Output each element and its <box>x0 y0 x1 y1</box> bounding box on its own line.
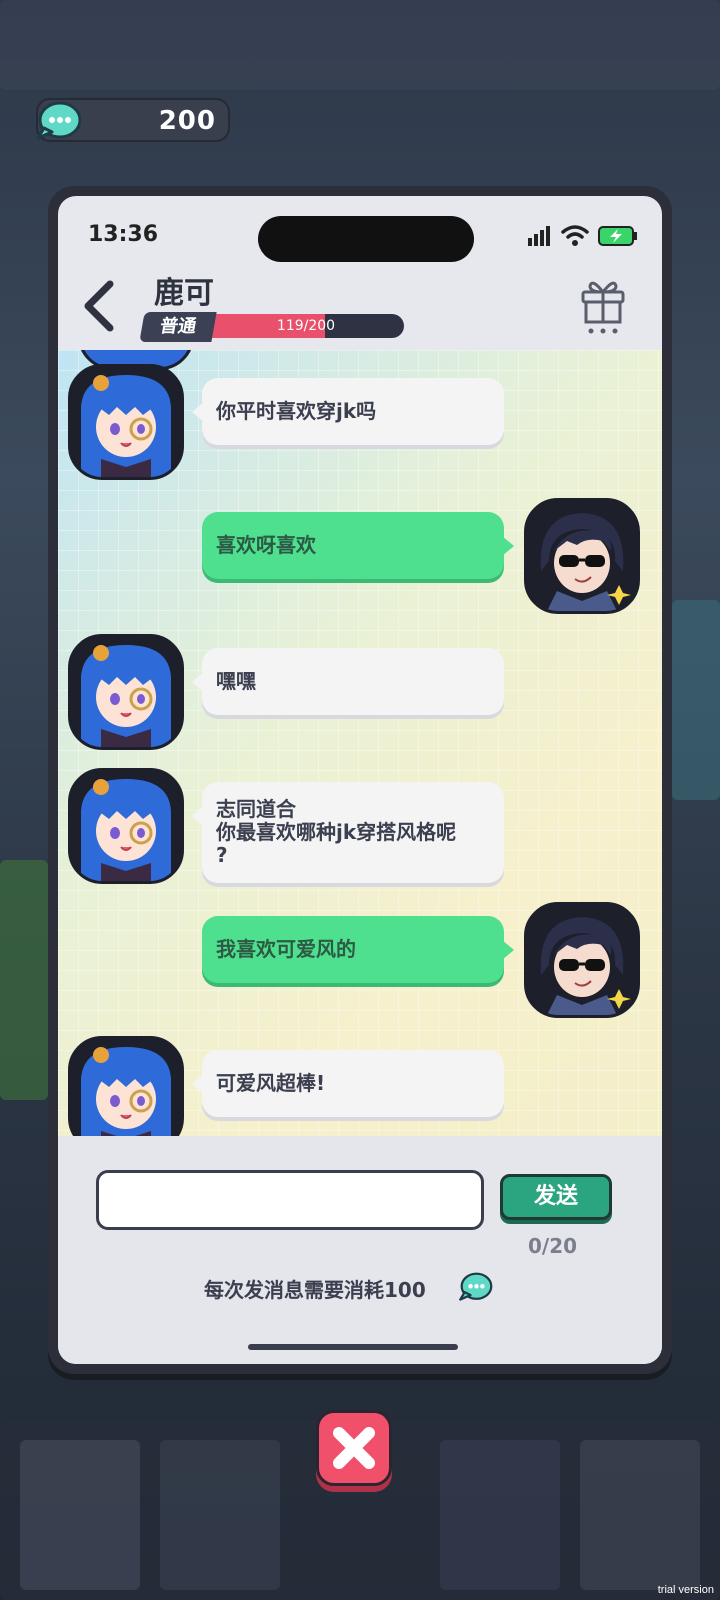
contact-avatar[interactable] <box>68 768 184 884</box>
background-tile <box>160 1440 280 1590</box>
contact-avatar[interactable] <box>68 634 184 750</box>
chat-coin-icon <box>36 101 82 140</box>
watermark: trial version <box>657 1584 714 1596</box>
background-tile <box>672 600 720 800</box>
message-cost-note: 每次发消息需要消耗100 <box>204 1278 426 1302</box>
phone-frame: 13:36 鹿可 119/200 普通 你平时喜欢穿jk吗 喜欢呀喜欢 嘿嘿 志… <box>48 186 672 1374</box>
message-text: 我喜欢可爱风的 <box>216 937 356 961</box>
background-tile <box>440 1440 560 1590</box>
message-text: 喜欢呀喜欢 <box>216 533 316 557</box>
contact-avatar[interactable] <box>68 364 184 480</box>
contact-name: 鹿可 <box>154 276 214 311</box>
close-icon <box>333 1427 375 1469</box>
home-indicator <box>248 1344 458 1350</box>
background-tile <box>0 860 48 1100</box>
background-tile <box>580 1440 700 1590</box>
outgoing-message-bubble: 我喜欢可爱风的 <box>202 916 514 983</box>
chat-header: 鹿可 119/200 普通 <box>58 264 662 350</box>
message-text: 你平时喜欢穿jk吗 <box>216 399 377 423</box>
affection-progress-text: 119/200 <box>276 318 336 334</box>
message-text: 嘿嘿 <box>216 669 256 693</box>
currency-counter: 200 <box>36 98 230 142</box>
background-tile <box>0 0 720 90</box>
status-bar: 13:36 <box>58 196 662 264</box>
message-text: ? <box>216 843 228 867</box>
dynamic-island <box>258 216 474 262</box>
message-input[interactable] <box>96 1170 484 1230</box>
signal-icon <box>528 226 550 246</box>
player-avatar[interactable] <box>524 902 640 1018</box>
wifi-icon <box>561 225 589 246</box>
close-button[interactable] <box>316 1410 392 1486</box>
battery-charging-icon <box>598 226 637 246</box>
relationship-level-badge: 普通 <box>139 312 217 342</box>
contact-avatar[interactable] <box>68 1036 184 1136</box>
message-text: 志同道合 <box>216 797 296 821</box>
player-avatar[interactable] <box>524 498 640 614</box>
phone-screen: 13:36 鹿可 119/200 普通 你平时喜欢穿jk吗 喜欢呀喜欢 嘿嘿 志… <box>58 196 662 1364</box>
affection-progress-bar: 119/200 <box>208 314 404 338</box>
message-composer: 发送 0/20 每次发消息需要消耗100 <box>58 1136 662 1364</box>
background-tile <box>20 1440 140 1590</box>
chat-coin-icon <box>459 1272 493 1301</box>
message-text: 你最喜欢哪种jk穿搭风格呢 <box>216 820 457 844</box>
chat-message-list[interactable]: 你平时喜欢穿jk吗 喜欢呀喜欢嘿嘿志同道合 你最喜欢哪种jk穿搭风格呢? 我喜欢可爱风… <box>58 350 662 1136</box>
back-arrow-icon[interactable] <box>78 278 120 334</box>
gift-icon[interactable] <box>578 274 628 336</box>
outgoing-message-bubble: 喜欢呀喜欢 <box>202 512 514 579</box>
incoming-message-bubble: 可爱风超棒! <box>192 1050 504 1117</box>
message-text: 可爱风超棒! <box>216 1071 326 1095</box>
currency-amount: 200 <box>158 106 216 136</box>
character-counter: 0/20 <box>528 1234 578 1258</box>
send-button[interactable]: 发送 <box>500 1174 612 1220</box>
status-time: 13:36 <box>88 222 159 247</box>
incoming-message-bubble: 嘿嘿 <box>192 648 504 715</box>
incoming-message-bubble: 你平时喜欢穿jk吗 <box>192 378 504 445</box>
incoming-message-bubble: 志同道合 你最喜欢哪种jk穿搭风格呢? <box>192 782 504 883</box>
